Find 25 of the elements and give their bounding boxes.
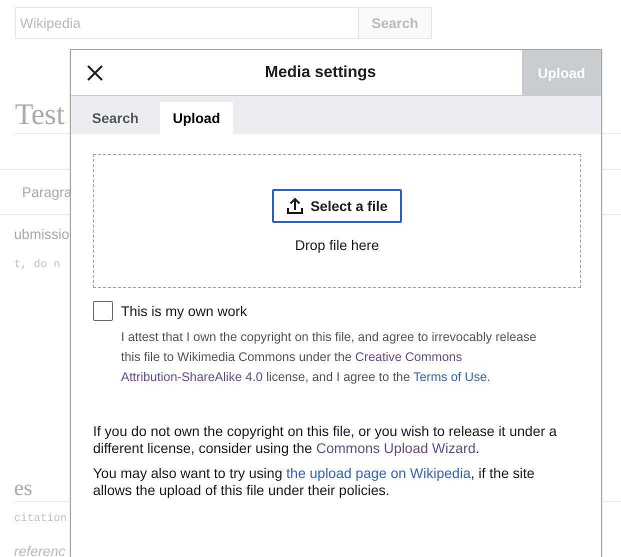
upload-icon (286, 197, 304, 215)
link[interactable]: Attribution-ShareAlike 4.0 (121, 370, 263, 384)
close-icon (87, 64, 103, 80)
dialog-title: Media settings (264, 64, 378, 82)
select-file-button[interactable]: Select a file (272, 189, 402, 223)
info-paragraph: If you do not own the copyright on this file, or you wish to release it under a different license, consider using the Commons Upload Wizard. (93, 423, 558, 457)
link[interactable]: Commons Upload Wizard (316, 440, 476, 456)
text-line: ubmissio (14, 226, 70, 242)
link[interactable]: the upload page on Wikipedia (286, 465, 471, 481)
link[interactable]: Terms of Use (413, 370, 487, 384)
checkbox-label: This is my own work (121, 303, 248, 319)
info-paragraph: You may also want to try using the upload page on Wikipedia, if the site allows the upload of this file under their policies. (93, 465, 536, 499)
tab[interactable]: Search (79, 102, 152, 134)
code-line: citation (14, 513, 67, 525)
search-field[interactable]: Wikipedia (15, 7, 358, 39)
code-line: t, do n (14, 259, 60, 271)
drop-hint: Drop file here (294, 237, 380, 253)
drop-zone[interactable]: Select a file Drop file here (93, 154, 581, 288)
link[interactable]: Creative Commons (355, 350, 462, 364)
section-heading: es (14, 475, 32, 501)
license-description: I attest that I own the copyright on this file, and agree to irrevocably release this file to Wikimedia Commons under the Creative Commons Attribution-ShareAlike 4.0 license, and I agree to the Terms of Use. (121, 329, 538, 386)
page-heading: Test (15, 97, 65, 133)
checkbox[interactable] (93, 301, 113, 321)
tab[interactable]: Upload (160, 102, 234, 134)
text-line: referenc (14, 543, 66, 557)
